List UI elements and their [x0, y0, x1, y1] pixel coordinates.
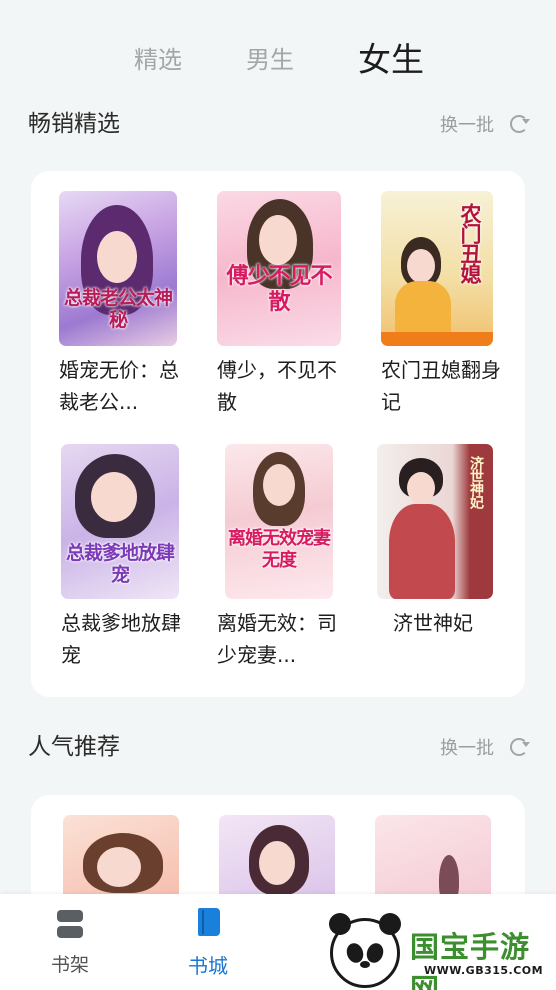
- book-cover: 傅少不见不散: [217, 191, 341, 346]
- book-title: 济世神妃: [393, 611, 473, 635]
- cover-title: 农门丑媳: [458, 203, 483, 283]
- book-item[interactable]: 济世神妃 济世神妃: [377, 444, 517, 684]
- refresh-icon: [510, 738, 530, 756]
- book-title: 总裁爹地放肆宠: [61, 611, 181, 667]
- book-title: 傅少，不见不散: [217, 358, 337, 414]
- popular-header: 人气推荐 换一批: [28, 727, 530, 767]
- nav-bookshelf[interactable]: 书架: [20, 894, 120, 990]
- top-tab-bar: 精选 男生 女生: [0, 40, 556, 90]
- refresh-button[interactable]: 换一批: [440, 104, 530, 144]
- book-cover: 总裁爹地放肆宠: [61, 444, 179, 599]
- book-title: 农门丑媳翻身记: [381, 358, 501, 414]
- refresh-icon: [510, 115, 530, 133]
- tab-featured[interactable]: 精选: [134, 40, 182, 80]
- book-item[interactable]: 离婚无效宠妻无度 离婚无效：司少宠妻...: [217, 444, 357, 684]
- tab-male[interactable]: 男生: [246, 40, 294, 80]
- cover-title: 傅少不见不散: [226, 263, 332, 315]
- bookshelf-icon: [57, 910, 83, 940]
- bestsellers-header: 畅销精选 换一批: [28, 104, 530, 144]
- tab-female[interactable]: 女生: [358, 37, 424, 83]
- watermark-url: WWW.GB315.COM: [424, 964, 544, 977]
- cover-title: 济世神妃: [468, 456, 484, 508]
- book-cover: 农门丑媳: [381, 191, 493, 346]
- book-title: 离婚无效：司少宠妻...: [217, 611, 337, 667]
- bookstore-icon: [198, 908, 220, 936]
- panda-logo-icon: [329, 913, 401, 988]
- book-cover: 济世神妃: [377, 444, 493, 599]
- cover-title: 总裁老公太神秘: [63, 287, 173, 331]
- refresh-button[interactable]: 换一批: [440, 727, 530, 767]
- book-cover: 离婚无效宠妻无度: [225, 444, 333, 599]
- cover-title: 离婚无效宠妻无度: [228, 528, 331, 571]
- nav-label: 书城: [188, 954, 228, 978]
- book-title: 婚宠无价：总裁老公...: [59, 358, 179, 414]
- book-cover: 总裁老公太神秘: [59, 191, 177, 346]
- bestsellers-card: 总裁老公太神秘 婚宠无价：总裁老公... 傅少不见不散 傅少，不见不散 农门丑媳…: [31, 171, 525, 697]
- section-title: 畅销精选: [28, 111, 120, 137]
- nav-label: 书架: [50, 954, 89, 976]
- watermark: 国宝手游网 WWW.GB315.COM: [328, 912, 556, 990]
- book-item[interactable]: 总裁老公太神秘 婚宠无价：总裁老公...: [59, 191, 199, 431]
- book-item[interactable]: 总裁爹地放肆宠 总裁爹地放肆宠: [61, 444, 201, 684]
- book-item[interactable]: 傅少不见不散 傅少，不见不散: [217, 191, 357, 431]
- refresh-label: 换一批: [440, 115, 494, 136]
- book-item[interactable]: 农门丑媳 农门丑媳翻身记: [381, 191, 521, 431]
- watermark-text: 国宝手游网: [410, 930, 531, 990]
- cover-title: 总裁爹地放肆宠: [65, 542, 175, 586]
- section-title: 人气推荐: [28, 734, 120, 760]
- nav-bookstore[interactable]: 书城: [158, 894, 258, 990]
- refresh-label: 换一批: [440, 738, 494, 759]
